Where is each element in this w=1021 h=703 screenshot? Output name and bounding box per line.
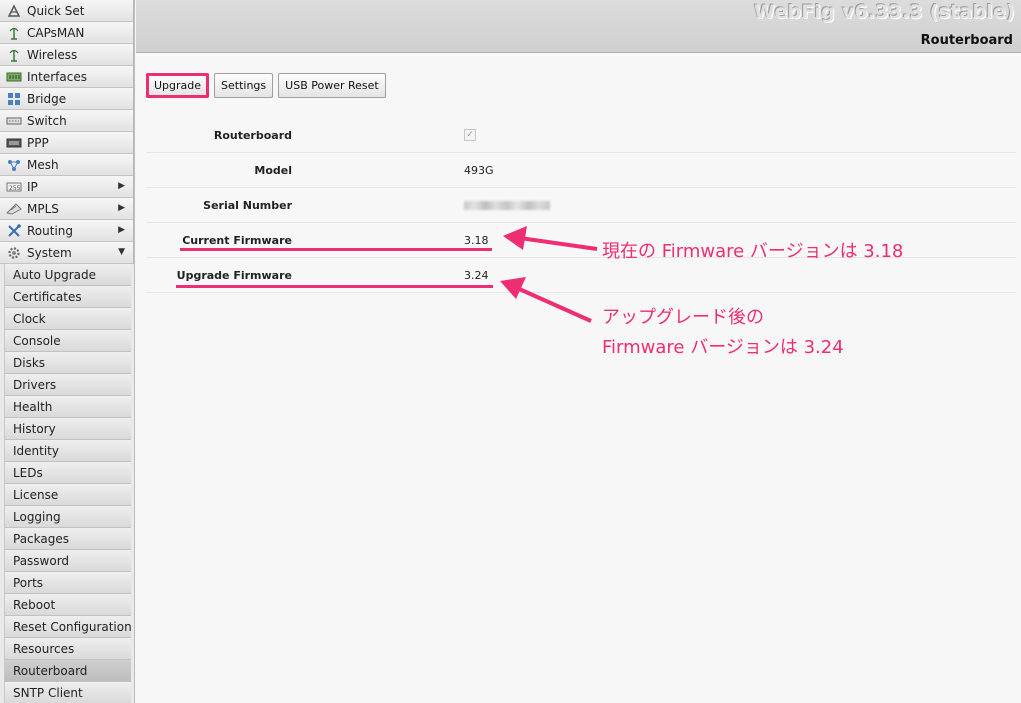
- submenu-item-sntp-client[interactable]: SNTP Client: [4, 682, 131, 703]
- sidebar-item-wireless[interactable]: Wireless: [0, 44, 134, 66]
- settings-button[interactable]: Settings: [214, 73, 274, 98]
- routerboard-label: Routerboard: [213, 129, 292, 142]
- sidebar-item-ppp[interactable]: PPP: [0, 132, 134, 154]
- form-row-routerboard: Routerboard ✓: [146, 118, 1016, 153]
- sidebar-item-switch[interactable]: Switch: [0, 110, 134, 132]
- submenu-item-clock[interactable]: Clock: [4, 308, 131, 330]
- svg-text:255: 255: [9, 185, 21, 192]
- submenu-item-password[interactable]: Password: [4, 550, 131, 572]
- sidebar-item-label: Routing: [27, 223, 74, 238]
- submenu-item-resources[interactable]: Resources: [4, 638, 131, 660]
- sidebar: Quick Set CAPsMAN Wireless Interfaces Br…: [0, 0, 135, 703]
- sidebar-item-capsman[interactable]: CAPsMAN: [0, 22, 134, 44]
- sidebar-item-quick-set[interactable]: Quick Set: [0, 0, 134, 22]
- upgrade-firmware-underline: [176, 285, 493, 288]
- serial-number-label: Serial Number: [203, 199, 292, 212]
- serial-number-value-redacted: [464, 201, 550, 210]
- submenu-item-license[interactable]: License: [4, 484, 131, 506]
- current-firmware-underline: [180, 248, 492, 251]
- antenna-icon: [6, 26, 22, 40]
- gear-icon: [6, 246, 22, 260]
- model-value: 493G: [464, 164, 494, 177]
- bridge-icon: [6, 92, 22, 106]
- sidebar-item-label: CAPsMAN: [27, 25, 85, 40]
- ppp-icon: [6, 136, 22, 150]
- submenu-item-console[interactable]: Console: [4, 330, 131, 352]
- page-title: Routerboard: [920, 33, 1013, 48]
- sidebar-item-routing[interactable]: Routing ▶: [0, 220, 134, 242]
- annotation-upgrade-line1: アップグレード後の: [602, 307, 764, 328]
- header: WebFig v6.33.3 (stable) Routerboard: [136, 0, 1021, 53]
- sidebar-item-label: Interfaces: [27, 69, 87, 84]
- app-title: WebFig v6.33.3 (stable): [754, 1, 1015, 23]
- upgrade-firmware-label: Upgrade Firmware: [176, 269, 292, 282]
- submenu-item-history[interactable]: History: [4, 418, 131, 440]
- sidebar-item-label: System: [27, 245, 72, 260]
- annotation-arrows: [500, 226, 598, 323]
- interfaces-icon: [6, 70, 22, 84]
- sidebar-item-system[interactable]: System ▼: [0, 242, 134, 264]
- expand-arrow-icon: ▶: [118, 203, 125, 213]
- submenu-item-health[interactable]: Health: [4, 396, 131, 418]
- sidebar-item-label: Quick Set: [27, 3, 85, 18]
- sidebar-item-label: PPP: [27, 135, 49, 150]
- toolbar: Upgrade Settings USB Power Reset: [146, 73, 386, 98]
- antenna-icon: [6, 48, 22, 62]
- sidebar-item-label: Wireless: [27, 47, 78, 62]
- expand-arrow-icon: ▶: [118, 181, 125, 191]
- sidebar-item-label: Switch: [27, 113, 67, 128]
- ip-icon: 255: [6, 180, 22, 194]
- expand-arrow-icon: ▶: [118, 225, 125, 235]
- submenu-item-logging[interactable]: Logging: [4, 506, 131, 528]
- collapse-arrow-icon: ▼: [118, 247, 125, 257]
- current-firmware-label: Current Firmware: [182, 234, 292, 247]
- routerboard-checkbox: ✓: [464, 129, 476, 141]
- sidebar-item-label: Mesh: [27, 157, 59, 172]
- sidebar-item-label: Bridge: [27, 91, 67, 106]
- upgrade-button[interactable]: Upgrade: [146, 73, 210, 98]
- sidebar-item-label: IP: [27, 179, 38, 194]
- mpls-icon: [6, 202, 22, 216]
- quick-set-icon: [6, 3, 22, 18]
- sidebar-item-bridge[interactable]: Bridge: [0, 88, 134, 110]
- sidebar-item-mpls[interactable]: MPLS ▶: [0, 198, 134, 220]
- submenu-item-identity[interactable]: Identity: [4, 440, 131, 462]
- form-row-serial-number: Serial Number: [146, 188, 1016, 223]
- submenu-item-ports[interactable]: Ports: [4, 572, 131, 594]
- sidebar-item-interfaces[interactable]: Interfaces: [0, 66, 134, 88]
- sidebar-item-label: MPLS: [27, 201, 59, 216]
- upgrade-firmware-value: 3.24: [464, 269, 489, 282]
- submenu-item-reset-configuration[interactable]: Reset Configuration: [4, 616, 132, 638]
- submenu-item-auto-upgrade[interactable]: Auto Upgrade: [4, 264, 131, 286]
- sidebar-item-ip[interactable]: 255 IP ▶: [0, 176, 134, 198]
- annotation-current-firmware: 現在の Firmware バージョンは 3.18: [602, 241, 904, 262]
- submenu-item-packages[interactable]: Packages: [4, 528, 131, 550]
- submenu-item-disks[interactable]: Disks: [4, 352, 131, 374]
- submenu-item-routerboard[interactable]: Routerboard: [4, 660, 131, 682]
- sidebar-item-mesh[interactable]: Mesh: [0, 154, 134, 176]
- model-label: Model: [254, 164, 292, 177]
- form-row-model: Model 493G: [146, 153, 1016, 188]
- submenu-item-reboot[interactable]: Reboot: [4, 594, 131, 616]
- submenu-item-drivers[interactable]: Drivers: [4, 374, 131, 396]
- routerboard-form: Routerboard ✓ Model 493G Serial Number C…: [146, 118, 1016, 293]
- mesh-icon: [6, 158, 22, 172]
- current-firmware-value: 3.18: [464, 234, 489, 247]
- submenu-item-certificates[interactable]: Certificates: [4, 286, 131, 308]
- routing-icon: [6, 223, 22, 238]
- usb-power-reset-button[interactable]: USB Power Reset: [278, 73, 386, 98]
- switch-icon: [6, 114, 22, 128]
- annotation-upgrade-line2: Firmware バージョンは 3.24: [602, 337, 844, 358]
- submenu-item-leds[interactable]: LEDs: [4, 462, 131, 484]
